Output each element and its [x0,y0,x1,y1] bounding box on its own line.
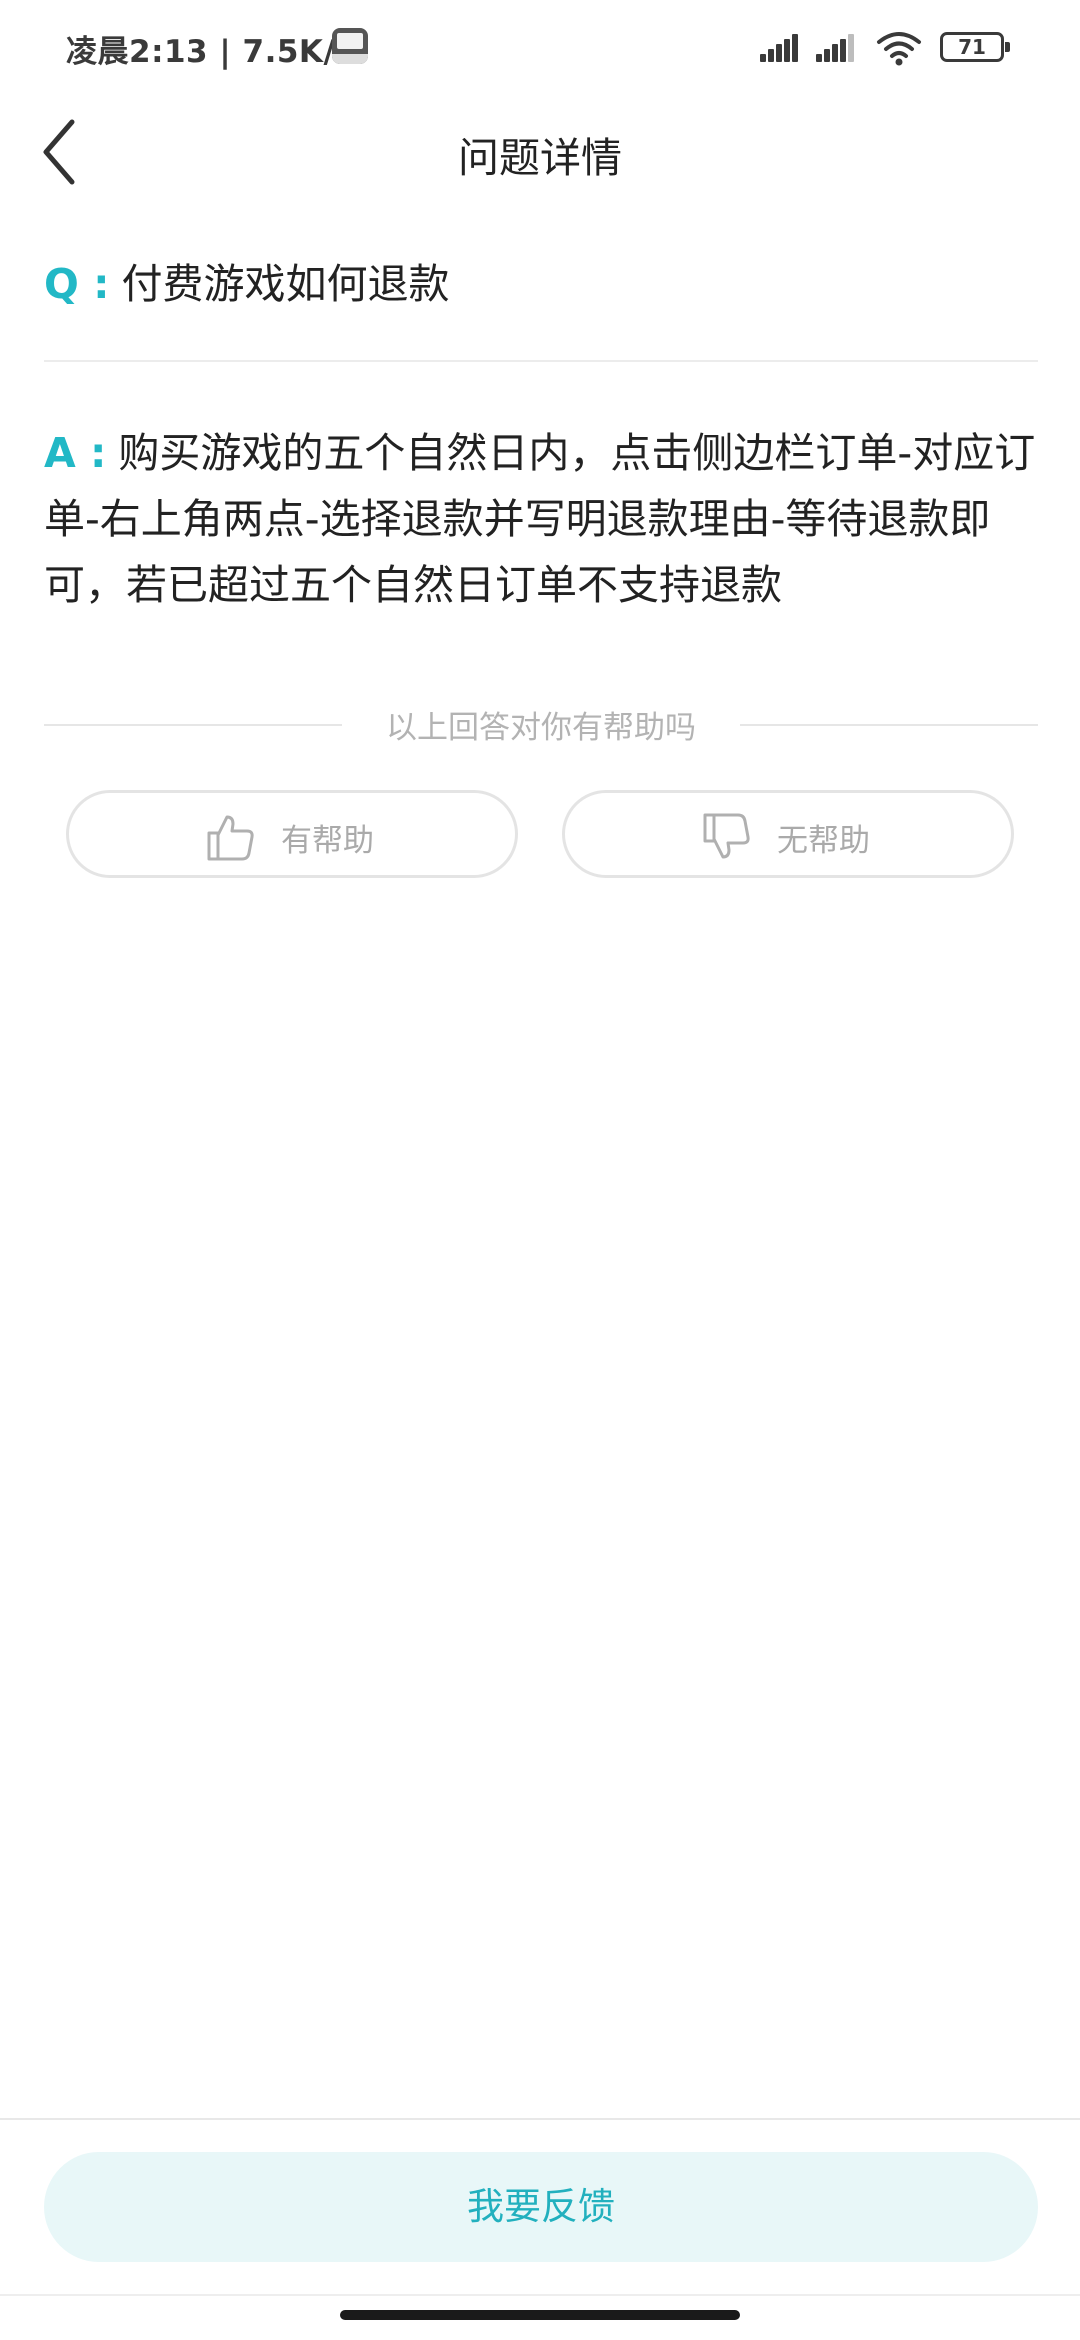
faq-detail-screen: 凌晨2:13 | 7.5K/s 71 问题详情 Q: 付费游戏如何退款 A:… [0,0,1080,2340]
answer-block: A : 购买游戏的五个自然日内，点击侧边栏订单-对应订单-右上角两点-选择退款并写… [44,420,1044,618]
nav-header: 问题详情 [0,96,1080,208]
feedback-button[interactable]: 我要反馈 [44,2152,1038,2262]
battery-icon: 71 [940,32,1010,62]
not-helpful-button[interactable]: 无帮助 [562,790,1014,878]
answer-prefix: A : [44,429,107,477]
wifi-icon [877,32,921,66]
divider [0,2294,1080,2296]
helpful-label: 有帮助 [281,823,374,859]
helpful-prompt-row: 以上回答对你有帮助吗 [44,700,1038,748]
helpful-button[interactable]: 有帮助 [66,790,518,878]
question-prefix: Q : [44,260,110,308]
app-notification-icon [332,28,368,64]
question-text: 付费游戏如何退款 [121,260,450,308]
status-time: 凌晨2:13 | 7.5K/s [66,34,355,70]
thumbs-up-icon [207,815,254,861]
divider [740,724,1038,726]
answer-text: 购买游戏的五个自然日内，点击侧边栏订单-对应订单-右上角两点-选择退款并写明退款… [44,429,1036,609]
signal-icon [760,34,802,62]
divider [44,360,1038,362]
status-bar: 凌晨2:13 | 7.5K/s 71 [0,0,1080,96]
question-block: Q : 付费游戏如何退款 [44,250,1044,310]
status-right-icons: 71 [760,28,1040,68]
thumbs-down-icon [703,813,750,859]
home-indicator[interactable] [340,2310,740,2320]
not-helpful-label: 无帮助 [777,823,870,859]
signal-icon [816,34,858,62]
page-title: 问题详情 [458,134,622,182]
divider [0,2118,1080,2120]
